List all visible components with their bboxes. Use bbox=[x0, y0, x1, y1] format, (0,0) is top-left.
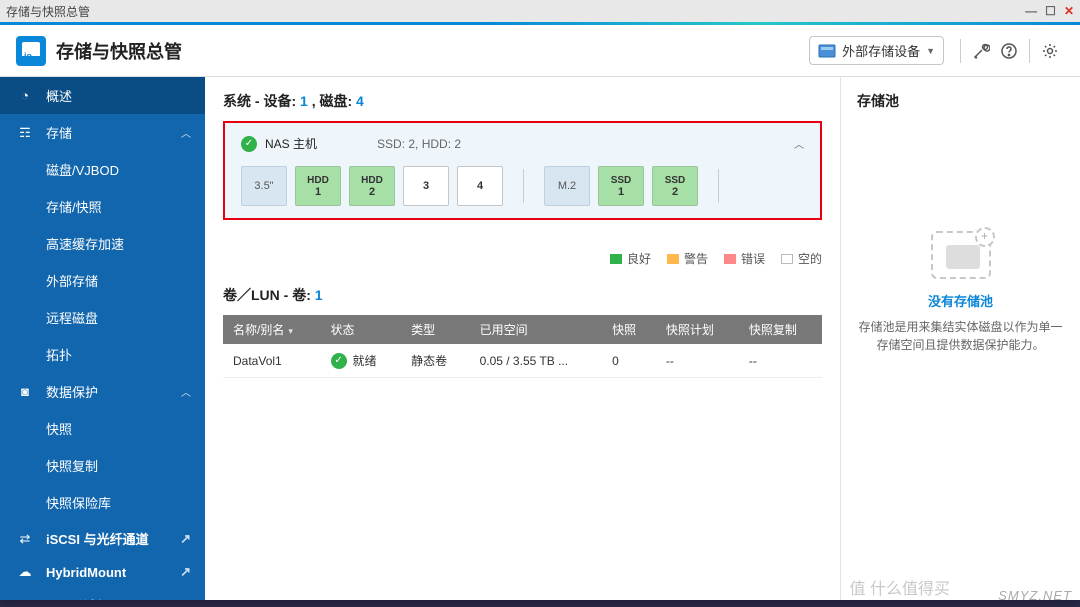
external-storage-icon bbox=[818, 44, 836, 58]
close-button[interactable]: ✕ bbox=[1064, 4, 1074, 18]
sidebar-item-disks[interactable]: 磁盘/VJBOD bbox=[0, 151, 205, 188]
system-section-title: 系统 - 设备: 1 , 磁盘: 4 bbox=[223, 91, 822, 111]
sidebar-item-storage-snapshot[interactable]: 存储/快照 bbox=[0, 188, 205, 225]
external-link-icon: ↗ bbox=[180, 564, 191, 580]
sidebar-item-topology[interactable]: 拓扑 bbox=[0, 336, 205, 373]
legend-error-icon bbox=[724, 254, 736, 264]
legend-good-icon bbox=[610, 254, 622, 264]
chevron-up-icon: ︿ bbox=[181, 125, 191, 140]
disk-slots: 3.5" HDD1HDD234 M.2 SSD1SSD2 bbox=[241, 166, 804, 206]
sidebar-item-snapshot-replica[interactable]: 快照复制 bbox=[0, 447, 205, 484]
storage-pool-description: 存储池是用来集结实体磁盘以作为单一存储空间且提供数据保护能力。 bbox=[857, 318, 1064, 354]
external-link-icon: ↗ bbox=[180, 531, 191, 547]
sidebar-item-external-storage[interactable]: 外部存储 bbox=[0, 262, 205, 299]
col-plan[interactable]: 快照计划 bbox=[656, 315, 739, 344]
sidebar-item-overview[interactable]: ◔ 概述 bbox=[0, 77, 205, 114]
bay-divider bbox=[718, 169, 719, 203]
bay-divider bbox=[523, 169, 524, 203]
sidebar-item-storage[interactable]: ☶ 存储 ︿ bbox=[0, 114, 205, 151]
no-storage-pool-label: 没有存储池 bbox=[857, 291, 1064, 310]
disk-slot[interactable]: 4 bbox=[457, 166, 503, 206]
storage-pool-empty-icon[interactable] bbox=[931, 231, 991, 279]
legend-empty-icon bbox=[781, 254, 793, 264]
minimize-button[interactable]: — bbox=[1025, 4, 1037, 18]
sidebar-label-data-protection: 数据保护 bbox=[46, 382, 98, 401]
cloud-icon: ☁ bbox=[14, 564, 36, 580]
disk-slot[interactable]: SSD1 bbox=[598, 166, 644, 206]
external-storage-label: 外部存储设备 bbox=[842, 41, 920, 60]
chevron-down-icon: ▼ bbox=[926, 46, 935, 56]
col-snapshot[interactable]: 快照 bbox=[602, 315, 656, 344]
settings-button[interactable] bbox=[1036, 37, 1064, 65]
camera-icon: ◙ bbox=[14, 384, 36, 399]
external-link-icon: ↗ bbox=[180, 598, 191, 601]
sidebar-label-overview: 概述 bbox=[46, 86, 72, 105]
header-divider bbox=[960, 39, 961, 63]
disk-slot[interactable]: SSD2 bbox=[652, 166, 698, 206]
titlebar: 存储与快照总管 — ☐ ✕ bbox=[0, 0, 1080, 22]
disk-slot[interactable]: 3 bbox=[403, 166, 449, 206]
sidebar-item-snapshot[interactable]: 快照 bbox=[0, 410, 205, 447]
sidebar-item-data-protection[interactable]: ◙ 数据保护 ︿ bbox=[0, 373, 205, 410]
disk-slot[interactable]: HDD2 bbox=[349, 166, 395, 206]
main-content: 系统 - 设备: 1 , 磁盘: 4 ✓ NAS 主机 SSD: 2, HDD:… bbox=[205, 77, 840, 600]
status-ok-icon: ✓ bbox=[331, 353, 347, 369]
sidebar: ◔ 概述 ☶ 存储 ︿ 磁盘/VJBOD 存储/快照 高速缓存加速 外部存储 远… bbox=[0, 77, 205, 600]
sidebar-link-iscsi[interactable]: ⇄ iSCSI 与光纤通道 ↗ bbox=[0, 521, 205, 556]
collapse-button[interactable]: ︿ bbox=[794, 136, 804, 151]
volume-section-title: 卷／LUN - 卷: 1 bbox=[223, 285, 822, 305]
legend-warn-icon bbox=[667, 254, 679, 264]
disk-slot[interactable]: HDD1 bbox=[295, 166, 341, 206]
tools-button[interactable] bbox=[967, 37, 995, 65]
status-ok-icon: ✓ bbox=[241, 136, 257, 152]
sidebar-label-storage: 存储 bbox=[46, 123, 72, 142]
storage-pool-title: 存储池 bbox=[857, 91, 1064, 111]
table-row[interactable]: DataVol1✓就绪静态卷0.05 / 3.55 TB ...0---- bbox=[223, 344, 822, 378]
sidebar-item-cache-accel[interactable]: 高速缓存加速 bbox=[0, 225, 205, 262]
header: 存储与快照总管 外部存储设备 ▼ bbox=[0, 25, 1080, 77]
help-button[interactable] bbox=[995, 37, 1023, 65]
external-storage-button[interactable]: 外部存储设备 ▼ bbox=[809, 36, 944, 65]
app-title: 存储与快照总管 bbox=[56, 38, 182, 64]
col-name[interactable]: 名称/别名 bbox=[223, 315, 321, 344]
col-status[interactable]: 状态 bbox=[321, 315, 402, 344]
sidebar-link-ssd-tool[interactable]: ▤ SSD 分析工具 ↗ bbox=[0, 588, 205, 600]
ssd-icon: ▤ bbox=[14, 598, 36, 601]
sidebar-link-hybridmount[interactable]: ☁ HybridMount ↗ bbox=[0, 556, 205, 588]
nas-disk-summary: SSD: 2, HDD: 2 bbox=[377, 137, 461, 151]
volume-table: 名称/别名 状态 类型 已用空间 快照 快照计划 快照复制 DataVol1✓就… bbox=[223, 315, 822, 378]
col-type[interactable]: 类型 bbox=[401, 315, 469, 344]
window-title: 存储与快照总管 bbox=[6, 3, 90, 20]
sidebar-item-snapshot-vault[interactable]: 快照保险库 bbox=[0, 484, 205, 521]
header-divider-2 bbox=[1029, 39, 1030, 63]
col-replica[interactable]: 快照复制 bbox=[739, 315, 822, 344]
nas-host-label: NAS 主机 bbox=[265, 135, 317, 152]
storage-icon: ☶ bbox=[14, 125, 36, 141]
chevron-up-icon: ︿ bbox=[181, 384, 191, 399]
storage-pool-pane: 存储池 没有存储池 存储池是用来集结实体磁盘以作为单一存储空间且提供数据保护能力… bbox=[840, 77, 1080, 600]
sidebar-item-remote-disk[interactable]: 远程磁盘 bbox=[0, 299, 205, 336]
gauge-icon: ◔ bbox=[14, 88, 36, 103]
maximize-button[interactable]: ☐ bbox=[1045, 4, 1056, 18]
nas-host-panel: ✓ NAS 主机 SSD: 2, HDD: 2 ︿ 3.5" HDD1HDD23… bbox=[223, 121, 822, 220]
bay-label-35: 3.5" bbox=[241, 166, 287, 206]
app-icon bbox=[16, 36, 46, 66]
col-used[interactable]: 已用空间 bbox=[470, 315, 603, 344]
iscsi-icon: ⇄ bbox=[14, 531, 36, 547]
bay-label-m2: M.2 bbox=[544, 166, 590, 206]
legend: 良好 警告 错误 空的 bbox=[223, 250, 822, 267]
